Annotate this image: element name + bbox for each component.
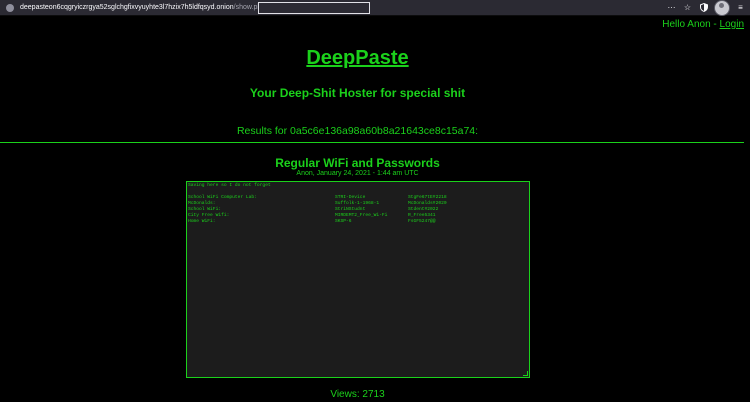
wifi-ssid: SKSP-6 bbox=[335, 219, 352, 224]
paste-content[interactable]: Saving here so I do not forget School Wi… bbox=[186, 181, 530, 378]
wifi-location: McDonalds: bbox=[188, 201, 216, 206]
site-tagline: Your Deep-Shit Hoster for special shit bbox=[249, 86, 466, 100]
url-host: deepasteon6cqgryiczrgya52sglchgfixvyuyht… bbox=[20, 4, 234, 11]
wifi-location: Home WiFi: bbox=[188, 219, 216, 224]
browser-toolbar: deepasteon6cqgryiczrgya52sglchgfixvyuyht… bbox=[0, 0, 750, 16]
wifi-password: Stdent#2022 bbox=[408, 207, 439, 212]
results-heading: Results for 0a5c6e136a98a60b8a21643ce8c1… bbox=[236, 125, 479, 137]
browser-actions: ··· ☆ ≡ bbox=[666, 0, 746, 16]
list-item: Home WiFi: SKSP-6 FsGF5247@@ bbox=[188, 219, 528, 225]
resize-handle[interactable] bbox=[523, 371, 528, 376]
wifi-password: R_Free5341 bbox=[408, 213, 436, 218]
wifi-ssid: STRI-Device bbox=[335, 195, 366, 200]
wifi-location: City Free Wifi: bbox=[188, 213, 230, 218]
wifi-location: School WiFi: bbox=[188, 207, 222, 212]
wifi-password: McDonalds#2020 bbox=[408, 201, 447, 206]
view-count: Views: 2713 bbox=[330, 389, 385, 400]
menu-icon[interactable]: ≡ bbox=[735, 2, 746, 13]
url-selection[interactable] bbox=[258, 2, 370, 14]
extension-icon[interactable] bbox=[714, 0, 730, 16]
paste-intro: Saving here so I do not forget bbox=[188, 183, 271, 188]
greeting-text: Hello Anon - bbox=[662, 19, 720, 30]
divider bbox=[0, 142, 744, 143]
paste-title: Regular WiFi and Passwords bbox=[275, 156, 440, 170]
star-icon[interactable]: ☆ bbox=[682, 2, 693, 13]
wifi-password: StgFe67tE#2218 bbox=[408, 195, 447, 200]
login-link[interactable]: Login bbox=[720, 19, 744, 30]
ellipsis-icon[interactable]: ··· bbox=[666, 2, 677, 13]
shield-icon[interactable] bbox=[698, 2, 709, 13]
wifi-ssid: StriNStudnt bbox=[335, 207, 366, 212]
wifi-ssid: Suffolk-1-1968-1 bbox=[335, 201, 380, 206]
wifi-ssid: MIRDEMT2_Free_Wi-Fi bbox=[335, 213, 388, 218]
user-greeting: Hello Anon - Login bbox=[662, 19, 744, 30]
paste-meta: Anon, January 24, 2021 - 1:44 am UTC bbox=[296, 170, 419, 177]
site-info-icon[interactable] bbox=[6, 3, 14, 12]
wifi-location: School WiFi Computer Lab: bbox=[188, 195, 257, 200]
wifi-password: FsGF5247@@ bbox=[408, 219, 436, 224]
address-bar[interactable]: deepasteon6cqgryiczrgya52sglchgfixvyuyht… bbox=[20, 4, 287, 11]
site-logo[interactable]: DeepPaste bbox=[0, 47, 715, 70]
